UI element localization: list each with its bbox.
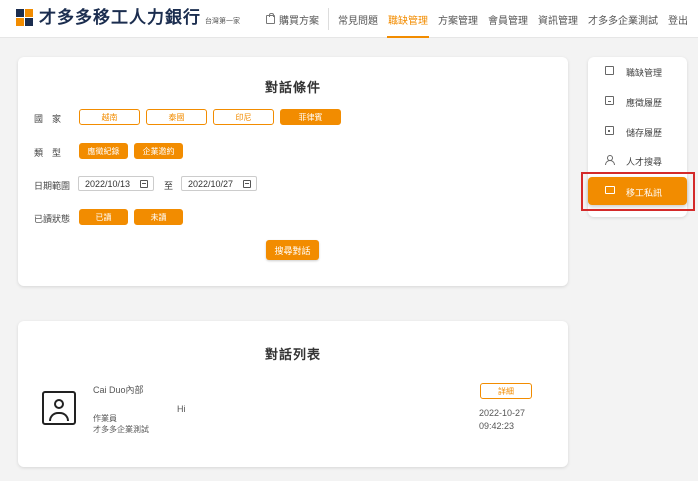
shopping-bag-icon (266, 12, 275, 24)
country-chip-vietnam[interactable]: 越南 (79, 109, 140, 125)
nav-faq[interactable]: 常見問題 (333, 0, 383, 38)
logo-mark-icon (16, 9, 34, 27)
filter-card: 對話條件 國 家 越南 泰國 印尼 菲律賓 類 型 應徵紀錄 企業邀約 日期範圍… (18, 57, 568, 286)
read-chip-unread[interactable]: 未讀 (134, 209, 183, 225)
side-menu-item-applications[interactable]: 應徵履歷 (588, 87, 687, 115)
date-range-separator: 至 (164, 181, 174, 191)
read-status-label: 已讀狀態 (34, 214, 71, 224)
search-conversations-button[interactable]: 搜尋對話 (266, 240, 319, 260)
conversation-date: 2022-10-27 (479, 408, 526, 418)
main-nav: 購買方案 常見問題 職缺管理 方案管理 會員管理 資訊管理 才多多企業測試 登出 (261, 0, 698, 38)
country-chip-indonesia[interactable]: 印尼 (213, 109, 274, 125)
nav-job-management[interactable]: 職缺管理 (383, 0, 433, 38)
logo-subtitle: 台灣第一家 (205, 18, 240, 25)
read-chip-read[interactable]: 已讀 (79, 209, 128, 225)
type-chip-company-invitations[interactable]: 企業邀約 (134, 143, 183, 159)
date-range-label: 日期範圍 (34, 181, 71, 191)
date-from-input[interactable]: 2022/10/13 (78, 176, 154, 191)
highlight-frame (581, 172, 695, 211)
nav-logout[interactable]: 登出 (663, 0, 698, 38)
date-to-input[interactable]: 2022/10/27 (181, 176, 257, 191)
filter-card-title: 對話條件 (264, 80, 321, 95)
country-chip-philippines[interactable]: 菲律賓 (280, 109, 341, 125)
type-chip-application-records[interactable]: 應徵紀錄 (79, 143, 128, 159)
logo-text: 才多多移工人力銀行 (39, 8, 201, 27)
avatar-placeholder-icon (42, 391, 76, 425)
nav-divider (328, 8, 329, 30)
calendar-icon (140, 180, 148, 188)
briefcase-icon (605, 66, 614, 75)
side-menu-item-saved-resumes[interactable]: 儲存履歷 (588, 117, 687, 145)
nav-member-management[interactable]: 會員管理 (483, 0, 533, 38)
conversation-last-message: Hi (177, 404, 186, 414)
nav-buy-plan[interactable]: 購買方案 (261, 0, 324, 38)
side-menu-item-job-management[interactable]: 職缺管理 (588, 57, 687, 85)
conversation-list-card: 對話列表 Cai Duo內部 作業員 才多多企業測試 Hi 詳細 2022-10… (18, 321, 568, 467)
talent-search-icon (605, 155, 615, 165)
calendar-icon (243, 180, 251, 188)
conversation-time: 09:42:23 (479, 421, 515, 431)
country-chip-thailand[interactable]: 泰國 (146, 109, 207, 125)
conversation-sender-role: 作業員 (93, 414, 117, 423)
conversation-detail-button[interactable]: 詳細 (480, 383, 532, 399)
nav-company-account[interactable]: 才多多企業測試 (583, 0, 663, 38)
site-logo[interactable]: 才多多移工人力銀行 台灣第一家 (16, 9, 240, 27)
conversation-sender-company: 才多多企業測試 (93, 425, 149, 434)
type-label: 類 型 (34, 148, 62, 158)
nav-info-management[interactable]: 資訊管理 (533, 0, 583, 38)
side-menu-item-talent-search[interactable]: 人才搜尋 (588, 146, 687, 174)
conversation-list-title: 對話列表 (264, 347, 321, 362)
nav-plan-management[interactable]: 方案管理 (433, 0, 483, 38)
conversation-sender-name: Cai Duo內部 (93, 385, 144, 395)
resume-icon (605, 96, 614, 105)
saved-resume-icon (605, 126, 614, 135)
top-navigation-bar: 才多多移工人力銀行 台灣第一家 購買方案 常見問題 職缺管理 方案管理 會員管理… (0, 0, 698, 38)
country-label: 國 家 (34, 114, 62, 124)
